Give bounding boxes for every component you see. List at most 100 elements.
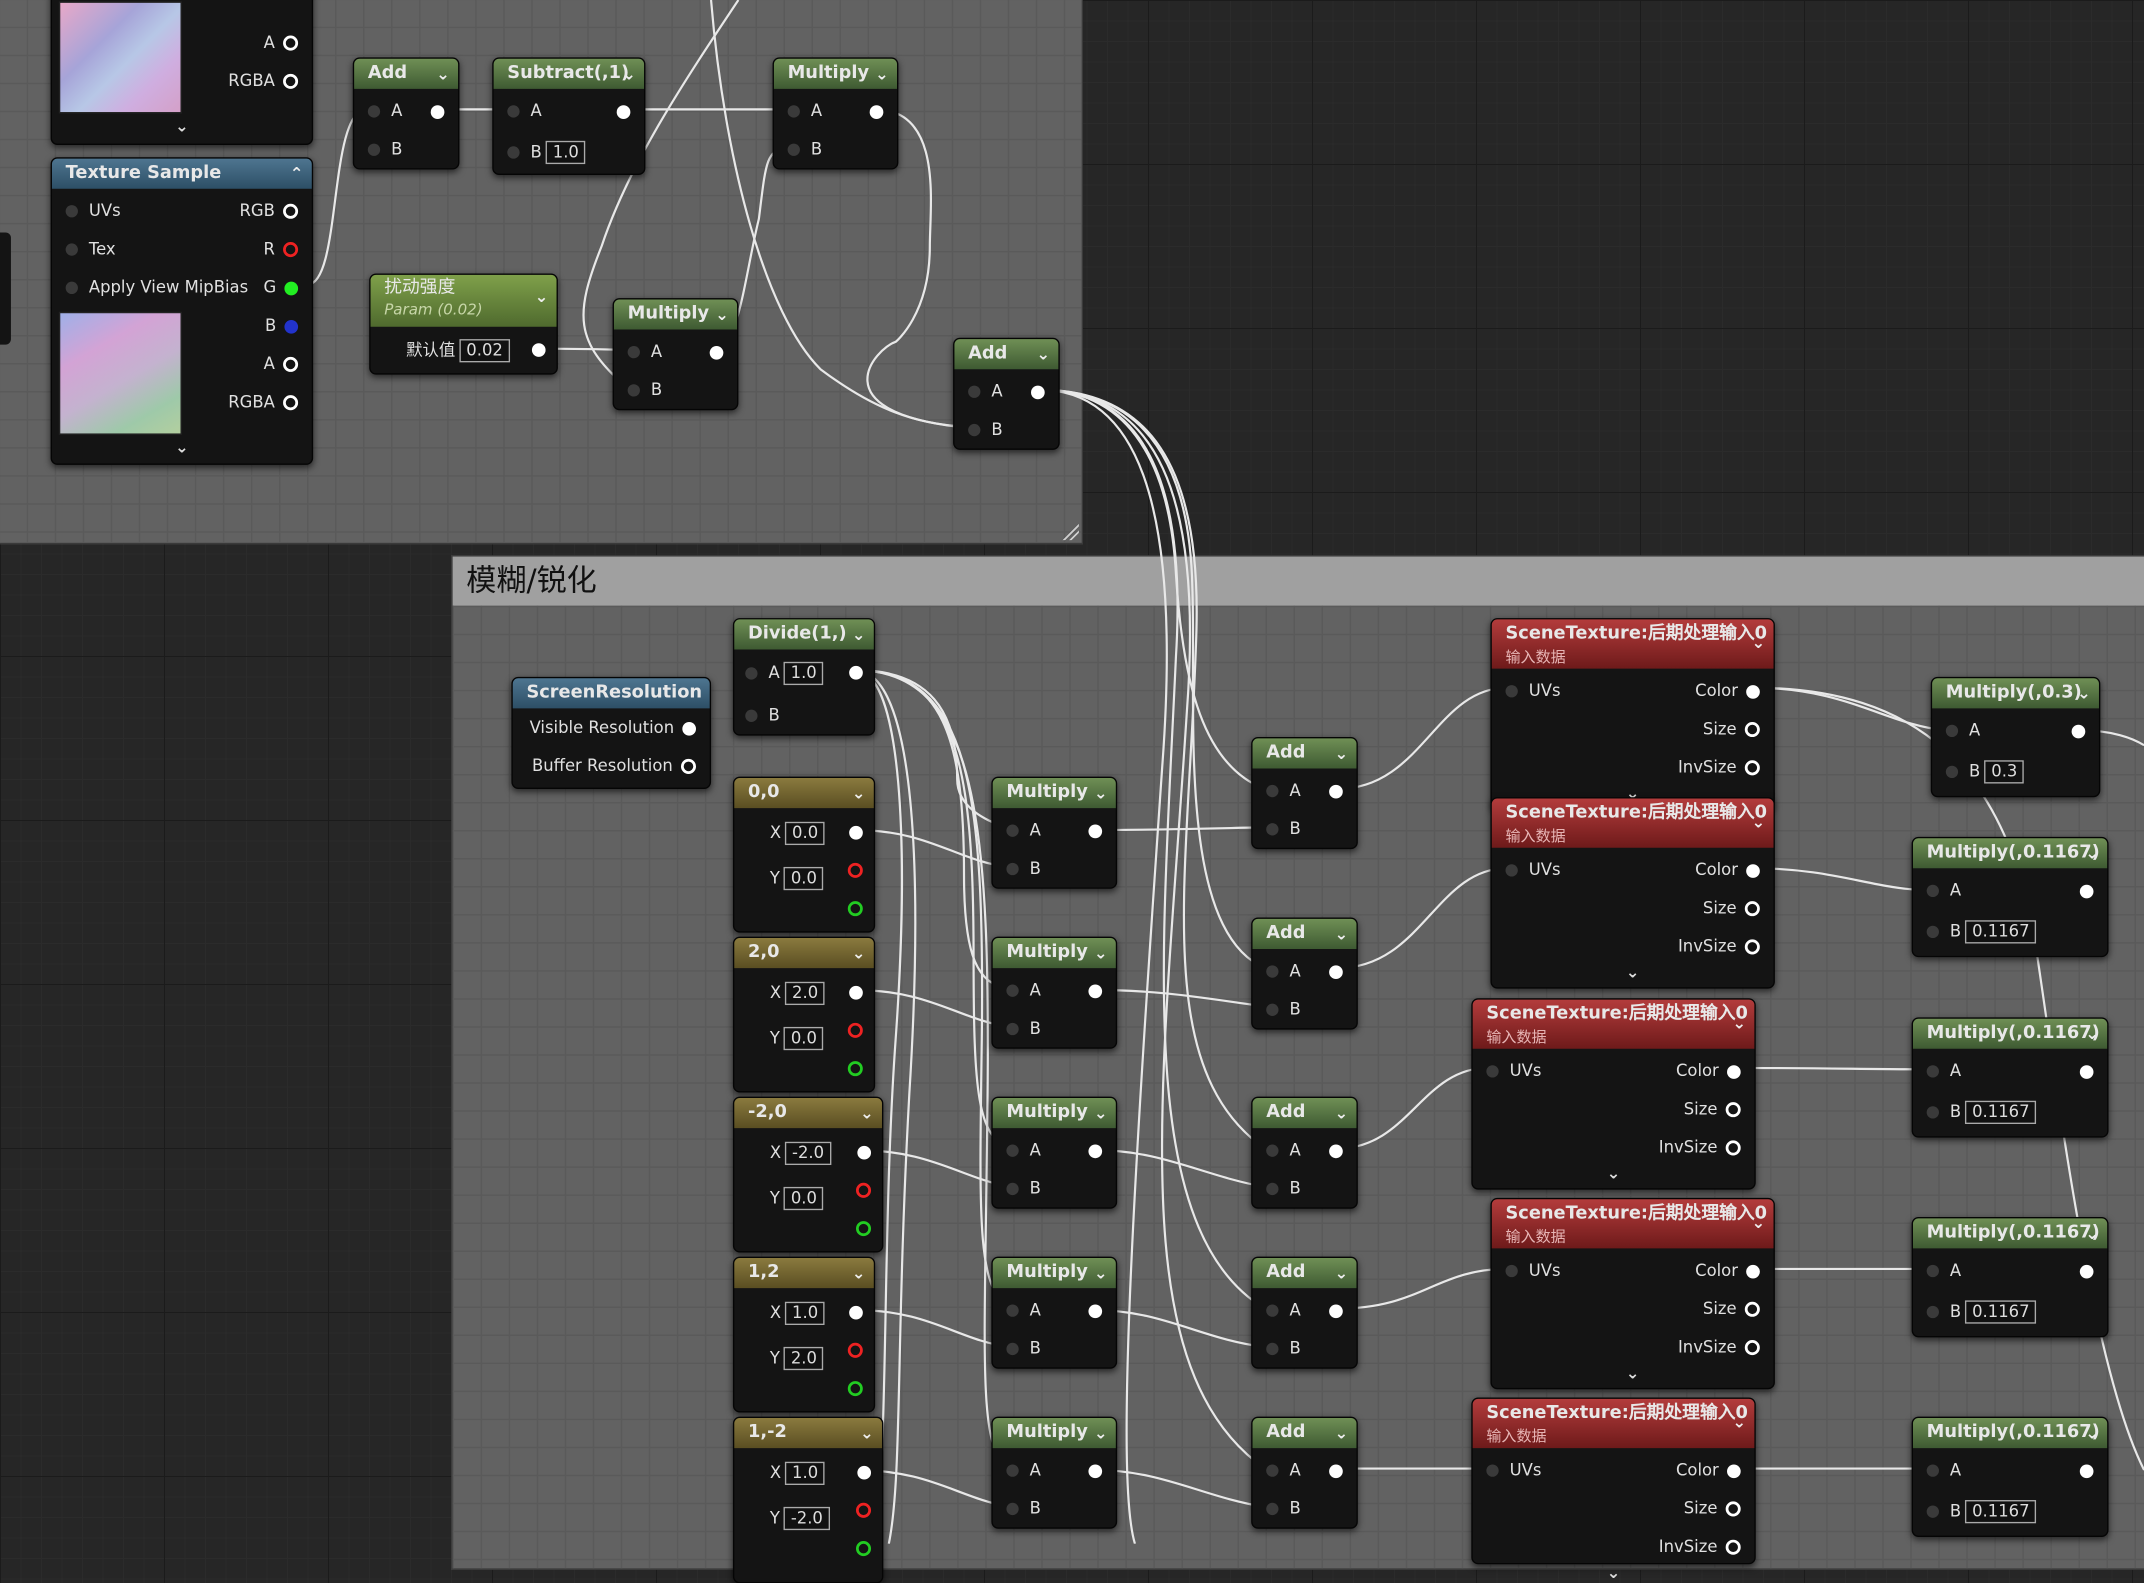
value-field[interactable]: 0.0 — [783, 1026, 824, 1051]
chevron-down-icon[interactable]: ⌄ — [852, 1258, 866, 1288]
multiply-node[interactable]: Multiply ⌄ A B — [991, 1416, 1118, 1529]
input-pin-b[interactable]: B — [1266, 1337, 1301, 1359]
output-pin[interactable] — [2072, 1060, 2094, 1082]
chevron-down-icon[interactable]: ⌄ — [1492, 963, 1774, 982]
input-pin-b[interactable]: B — [745, 704, 780, 726]
input-pin-b[interactable]: B — [367, 138, 402, 160]
chevron-down-icon[interactable]: ⌄ — [1473, 1164, 1755, 1183]
output-pin-rgb[interactable]: RGB — [239, 200, 299, 222]
y-value-row[interactable]: Y 2.0 — [770, 1346, 824, 1371]
value-field[interactable]: 1.0 — [785, 1301, 825, 1326]
input-pin-a[interactable]: A — [507, 100, 542, 122]
value-field[interactable]: 2.0 — [783, 1346, 824, 1371]
input-pin-a[interactable]: A — [1006, 979, 1041, 1001]
output-pin-r[interactable] — [840, 1019, 863, 1041]
input-pin-b[interactable]: B — [1006, 1337, 1041, 1359]
add-node[interactable]: Add ⌄ A B — [1251, 1416, 1358, 1529]
output-pin[interactable] — [1321, 960, 1343, 982]
output-pin[interactable] — [423, 100, 445, 122]
input-pin-uvs[interactable]: UVs — [1505, 859, 1561, 881]
input-pin-b[interactable]: B — [1266, 998, 1301, 1020]
input-pin-b[interactable]: B 0.1167 — [1926, 1100, 2037, 1125]
input-pin-a[interactable]: A — [1006, 819, 1041, 841]
input-pin-b[interactable]: B — [1006, 1017, 1041, 1039]
input-pin-uvs[interactable]: UVs — [1486, 1060, 1541, 1082]
input-pin-uvs[interactable]: UVs — [1505, 1259, 1561, 1281]
constant2vector-node[interactable]: 0,0 ⌄ X 0.0 Y 0.0 — [732, 776, 876, 933]
output-pin-size[interactable]: Size — [1703, 897, 1760, 919]
x-value-row[interactable]: X 1.0 — [770, 1461, 825, 1485]
input-pin-b[interactable]: B — [1266, 1177, 1301, 1199]
output-pin-buffer-resolution[interactable]: Buffer Resolution — [532, 755, 697, 777]
output-pin[interactable] — [1321, 779, 1343, 801]
chevron-down-icon[interactable]: ⌄ — [52, 438, 312, 457]
output-pin[interactable] — [2072, 1259, 2094, 1281]
add-node[interactable]: Add ⌄ A B — [352, 57, 460, 170]
output-pin-size[interactable]: Size — [1703, 1298, 1760, 1320]
graph-canvas[interactable]: 模糊/锐化 A RGBA ⌄ Texture Sample ⌃ UVs Tex … — [0, 0, 2144, 1583]
input-pin-b[interactable]: B — [1006, 857, 1041, 879]
chevron-down-icon[interactable]: ⌄ — [1094, 778, 1108, 808]
scene-texture-node[interactable]: SceneTexture:后期处理输入0 输入数据 ⌄ UVs Color Size… — [1471, 998, 1756, 1190]
chevron-down-icon[interactable]: ⌄ — [1752, 811, 1766, 834]
output-pin[interactable] — [1080, 1459, 1103, 1481]
value-field[interactable]: 0.0 — [785, 821, 825, 846]
chevron-down-icon[interactable]: ⌄ — [1334, 919, 1348, 949]
multiply-weight-node[interactable]: Multiply(,0.1167) ⌄ A B 0.1167 — [1911, 1416, 2109, 1537]
chevron-down-icon[interactable]: ⌄ — [1492, 1363, 1774, 1382]
output-pin[interactable] — [1080, 819, 1103, 841]
output-pin-color[interactable]: Color — [1695, 859, 1760, 881]
input-pin-a[interactable]: A — [1006, 1299, 1041, 1321]
chevron-down-icon[interactable]: ⌄ — [715, 299, 729, 329]
multiply-weight-node[interactable]: Multiply(,0.1167) ⌄ A B 0.1167 — [1911, 836, 2109, 958]
input-pin-b[interactable]: B 0.1167 — [1926, 920, 2037, 944]
y-value-row[interactable]: Y -2.0 — [770, 1506, 830, 1531]
output-pin[interactable] — [1321, 1459, 1343, 1481]
y-value-row[interactable]: Y 0.0 — [770, 1186, 824, 1211]
output-pin-invsize[interactable]: InvSize — [1678, 756, 1760, 778]
input-pin-b[interactable]: B 0.1167 — [1926, 1500, 2037, 1524]
output-pin-r[interactable] — [840, 1339, 863, 1361]
output-pin-g[interactable] — [848, 1217, 872, 1239]
chevron-down-icon[interactable]: ⌄ — [535, 286, 549, 308]
constant2vector-node[interactable]: 1,2 ⌄ X 1.0 Y 2.0 — [732, 1256, 876, 1413]
output-pin-color[interactable]: Color — [1695, 1259, 1760, 1281]
add-node[interactable]: Add ⌄ A B — [1251, 1256, 1358, 1369]
value-field[interactable]: 1.0 — [545, 140, 586, 165]
output-pin[interactable] — [1080, 1139, 1103, 1161]
multiply-weight-node[interactable]: Multiply(,0.1167) ⌄ A B 0.1167 — [1911, 1216, 2109, 1338]
input-pin-tex[interactable]: Tex — [65, 238, 116, 260]
scene-texture-node[interactable]: SceneTexture:后期处理输入0 输入数据 ⌄ UVs Color Size… — [1490, 1197, 1775, 1390]
chevron-down-icon[interactable]: ⌄ — [852, 938, 866, 968]
output-pin[interactable] — [841, 1300, 863, 1322]
input-pin-b[interactable]: B 0.1167 — [1926, 1300, 2037, 1324]
value-field[interactable]: -2.0 — [785, 1141, 831, 1166]
output-pin[interactable] — [608, 100, 631, 122]
x-value-row[interactable]: X 0.0 — [770, 821, 825, 846]
x-value-row[interactable]: X 2.0 — [770, 981, 825, 1006]
value-field[interactable]: 0.0 — [783, 1186, 824, 1211]
chevron-down-icon[interactable]: ⌄ — [436, 59, 450, 89]
default-value-row[interactable]: 默认值 0.02 — [406, 339, 510, 363]
constant2vector-node[interactable]: 1,-2 ⌄ X 1.0 Y -2.0 — [732, 1416, 884, 1583]
multiply-weight-node[interactable]: Multiply(,0.3) ⌄ A B 0.3 — [1930, 676, 2101, 798]
chevron-down-icon[interactable]: ⌄ — [1094, 938, 1108, 968]
output-pin[interactable] — [2072, 879, 2094, 901]
output-pin[interactable] — [841, 980, 863, 1002]
output-pin-color[interactable]: Color — [1676, 1459, 1741, 1481]
input-pin-a[interactable]: A — [787, 100, 822, 122]
output-pin-color[interactable]: Color — [1676, 1060, 1741, 1082]
input-pin-a[interactable]: A — [627, 340, 662, 362]
input-pin-a[interactable]: A — [1926, 1060, 1961, 1082]
value-field[interactable]: 0.1167 — [1965, 920, 2037, 944]
output-pin-visible-resolution[interactable]: Visible Resolution — [530, 717, 697, 739]
input-pin-a[interactable]: A — [968, 380, 1003, 402]
value-field[interactable]: 0.3 — [1984, 760, 2025, 784]
value-field[interactable]: 0.0 — [783, 866, 824, 891]
output-pin-size[interactable]: Size — [1684, 1497, 1741, 1519]
value-field[interactable]: 0.02 — [459, 339, 510, 363]
chevron-down-icon[interactable]: ⌄ — [52, 116, 312, 135]
add-node[interactable]: Add ⌄ A B — [953, 337, 1060, 450]
input-pin-uvs[interactable]: UVs — [1486, 1459, 1541, 1481]
output-pin[interactable] — [2063, 719, 2086, 741]
